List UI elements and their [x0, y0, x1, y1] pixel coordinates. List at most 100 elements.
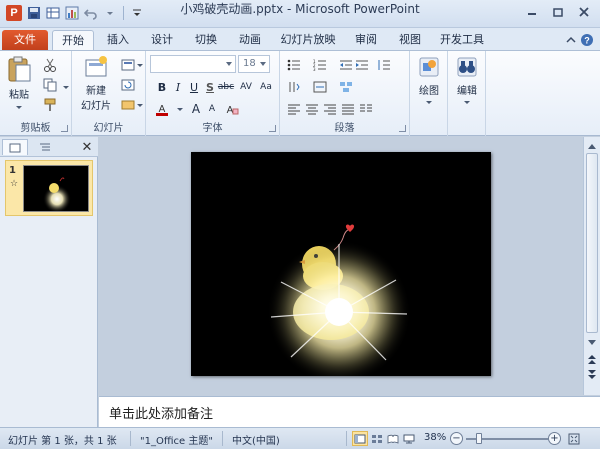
minimize-icon[interactable] — [520, 3, 544, 21]
cut-icon[interactable] — [42, 57, 58, 73]
tab-slideshow[interactable]: 幻灯片放映 — [276, 30, 340, 50]
chart-icon[interactable] — [64, 5, 80, 21]
font-name-dropdown-icon[interactable] — [226, 62, 232, 66]
scroll-down-icon[interactable] — [587, 337, 597, 350]
align-center-icon[interactable] — [304, 101, 320, 117]
underline-icon[interactable]: U — [186, 79, 202, 95]
drawing-dropdown-icon[interactable] — [413, 97, 445, 108]
editing-label: 编辑 — [457, 86, 477, 97]
editing-dropdown-icon[interactable] — [451, 97, 483, 108]
title-bar: P 小鸡破壳动画.pptx - Microsoft PowerPoint — [0, 0, 600, 28]
reading-view-icon[interactable] — [385, 431, 401, 446]
new-slide-button[interactable]: 新建 幻灯片 — [76, 55, 116, 112]
paste-dropdown-icon[interactable] — [4, 102, 34, 113]
tab-animations[interactable]: 动画 — [230, 30, 270, 50]
bullets-icon[interactable] — [286, 57, 302, 73]
restore-icon[interactable] — [546, 3, 570, 21]
slide-thumbnail[interactable]: 1 ☆ — [5, 160, 93, 216]
slides-tab-icon[interactable] — [2, 139, 28, 155]
customize-icon[interactable] — [129, 5, 145, 21]
tab-file[interactable]: 文件 — [2, 30, 48, 50]
zoom-in-icon[interactable]: + — [548, 432, 561, 445]
shrink-font-icon[interactable]: A — [204, 101, 220, 117]
tab-developer[interactable]: 开发工具 — [434, 30, 490, 50]
zoom-out-icon[interactable]: − — [450, 432, 463, 445]
undo-icon[interactable] — [83, 5, 99, 21]
powerpoint-logo-icon[interactable]: P — [6, 5, 22, 21]
theme-status[interactable]: "1_Office 主题" — [140, 432, 213, 447]
font-color-dropdown-icon[interactable] — [172, 101, 188, 117]
status-separator — [346, 431, 347, 446]
drawing-button[interactable]: 绘图 — [413, 55, 445, 108]
slideshow-view-icon[interactable] — [401, 431, 417, 446]
font-name-combo[interactable] — [150, 55, 236, 73]
strikethrough-icon[interactable]: abc — [218, 79, 234, 95]
close-icon[interactable] — [572, 3, 596, 21]
scrollbar-thumb[interactable] — [586, 153, 598, 333]
group-drawing: 绘图 — [410, 51, 448, 136]
format-painter-icon[interactable] — [42, 97, 58, 113]
bold-icon[interactable]: B — [154, 79, 170, 95]
editing-button[interactable]: 编辑 — [451, 55, 483, 108]
notes-pane[interactable]: 单击此处添加备注 — [99, 396, 600, 427]
font-color-icon[interactable]: A — [154, 101, 170, 117]
collapse-ribbon-icon[interactable] — [566, 34, 576, 47]
fit-to-window-icon[interactable] — [566, 431, 582, 446]
convert-smartart-icon[interactable] — [338, 79, 354, 95]
shadow-icon[interactable]: S — [202, 79, 218, 95]
grow-font-icon[interactable]: A — [188, 101, 204, 117]
close-pane-icon[interactable]: ✕ — [80, 139, 94, 155]
scroll-up-icon[interactable] — [587, 140, 597, 153]
qat-separator — [123, 6, 124, 20]
paste-label: 粘贴 — [9, 90, 29, 101]
reset-slide-icon[interactable] — [120, 77, 136, 93]
font-size-combo[interactable]: 18 — [238, 55, 270, 73]
paste-icon — [4, 55, 34, 86]
clear-formatting-icon[interactable]: A — [224, 101, 240, 117]
zoom-slider-thumb[interactable] — [476, 433, 482, 444]
font-launcher-icon[interactable] — [269, 125, 276, 132]
tab-review[interactable]: 审阅 — [346, 30, 386, 50]
paste-button[interactable]: 粘贴 — [4, 55, 34, 113]
save-icon[interactable] — [26, 5, 42, 21]
group-slides: 新建 幻灯片 幻灯片 — [72, 51, 146, 136]
language-status[interactable]: 中文(中国) — [232, 432, 280, 447]
numbering-icon[interactable]: 123 — [312, 57, 328, 73]
increase-indent-icon[interactable] — [354, 57, 370, 73]
window-controls — [520, 3, 596, 21]
clipboard-launcher-icon[interactable] — [61, 125, 68, 132]
tab-view[interactable]: 视图 — [390, 30, 430, 50]
align-right-icon[interactable] — [322, 101, 338, 117]
previous-slide-icon[interactable] — [587, 353, 597, 368]
font-size-dropdown-icon[interactable] — [260, 62, 266, 66]
text-direction-icon[interactable] — [286, 79, 302, 95]
char-spacing-icon[interactable]: AV — [238, 79, 254, 95]
justify-icon[interactable] — [340, 101, 356, 117]
copy-icon[interactable] — [42, 77, 58, 93]
table-icon[interactable] — [45, 5, 61, 21]
zoom-percent[interactable]: 38% — [424, 432, 446, 443]
quick-access-toolbar — [26, 5, 145, 21]
align-text-icon[interactable] — [312, 79, 328, 95]
tab-transitions[interactable]: 切换 — [186, 30, 226, 50]
outline-tab-icon[interactable] — [32, 139, 58, 155]
change-case-icon[interactable]: Aa — [258, 79, 274, 95]
slide-count-status: 幻灯片 第 1 张，共 1 张 — [8, 436, 117, 447]
tab-insert[interactable]: 插入 — [98, 30, 138, 50]
decrease-indent-icon[interactable] — [338, 57, 354, 73]
help-icon[interactable]: ? — [580, 33, 594, 50]
tab-design[interactable]: 设计 — [142, 30, 182, 50]
svg-text:3: 3 — [313, 67, 316, 71]
line-spacing-icon[interactable] — [376, 57, 392, 73]
vertical-scrollbar[interactable] — [583, 137, 600, 395]
undo-dropdown-icon[interactable] — [102, 5, 118, 21]
italic-icon[interactable]: I — [170, 79, 186, 95]
slide-canvas[interactable] — [191, 152, 491, 376]
tab-home[interactable]: 开始 — [52, 30, 94, 50]
next-slide-icon[interactable] — [587, 369, 597, 384]
columns-icon[interactable] — [358, 101, 374, 117]
paragraph-launcher-icon[interactable] — [399, 125, 406, 132]
normal-view-icon[interactable] — [352, 431, 368, 446]
align-left-icon[interactable] — [286, 101, 302, 117]
slide-sorter-icon[interactable] — [369, 431, 385, 446]
